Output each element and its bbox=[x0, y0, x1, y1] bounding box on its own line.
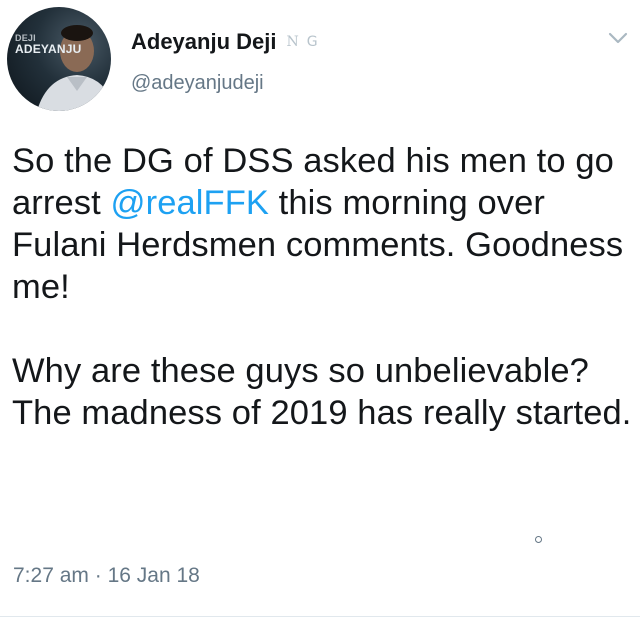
badge-g: G bbox=[306, 34, 318, 50]
mention-link[interactable]: @realFFK bbox=[110, 184, 269, 222]
tweet-card: DEJI ADEYANJU Adeyanju Deji N G @adeyanj… bbox=[0, 0, 640, 625]
tweet-timestamp[interactable]: 7:27 am · 16 Jan 18 bbox=[13, 564, 200, 588]
user-handle[interactable]: @adeyanjudeji bbox=[131, 72, 264, 95]
badge-n: N bbox=[286, 34, 299, 50]
meta-separator: · bbox=[94, 564, 102, 587]
avatar[interactable]: DEJI ADEYANJU bbox=[7, 7, 111, 111]
divider bbox=[0, 616, 640, 617]
tweet-date: 16 Jan 18 bbox=[107, 564, 200, 587]
tweet-text: So the DG of DSS asked his men to go arr… bbox=[12, 140, 632, 434]
circle-icon bbox=[535, 536, 542, 543]
tweet-time: 7:27 am bbox=[13, 564, 89, 587]
tweet-paragraph-1: So the DG of DSS asked his men to go arr… bbox=[12, 140, 632, 308]
avatar-photo bbox=[37, 25, 111, 111]
author-row: Adeyanju Deji N G bbox=[131, 29, 318, 55]
chevron-down-icon[interactable] bbox=[605, 28, 631, 48]
avatar-overlay-text-2: ADEYANJU bbox=[15, 42, 82, 56]
tweet-paragraph-2: Why are these guys so unbelievable? The … bbox=[12, 352, 632, 432]
display-name[interactable]: Adeyanju Deji bbox=[131, 29, 276, 55]
